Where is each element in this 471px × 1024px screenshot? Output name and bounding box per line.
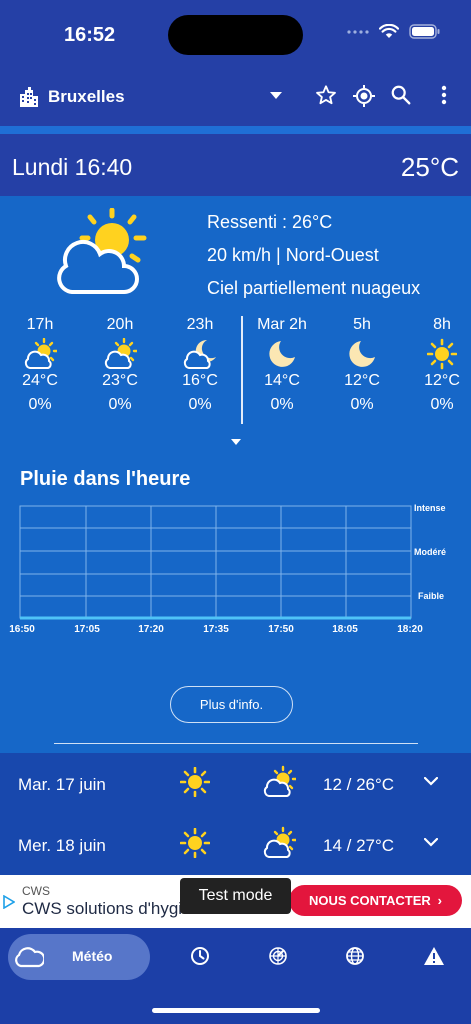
sun-icon xyxy=(427,338,457,370)
test-mode-badge: Test mode xyxy=(180,878,291,914)
hour-precip: 0% xyxy=(270,396,294,413)
nav-meteo[interactable]: Météo xyxy=(8,934,150,980)
hour-precip: 0% xyxy=(28,396,52,413)
time-tick: 17:50 xyxy=(268,624,294,635)
ad-brand: CWS xyxy=(22,884,50,898)
forecast-temp: 14 / 27°C xyxy=(323,836,395,855)
wind: 20 km/h | Nord-Ouest xyxy=(207,245,379,265)
level-moderate: Modéré xyxy=(414,547,446,557)
forecast-row[interactable]: Mer. 18 juin 14 / 27°C xyxy=(0,814,471,875)
signal-icon xyxy=(347,29,369,34)
forecast-day: Mer. 18 juin xyxy=(18,836,106,855)
status-icons xyxy=(347,24,441,39)
hour-item[interactable]: Mar 2h 14°C 0% xyxy=(247,316,317,414)
forecast-day: Mar. 17 juin xyxy=(18,775,106,794)
moon-icon xyxy=(269,341,295,367)
hour-label: 23h xyxy=(186,316,214,333)
hour-label: 8h xyxy=(433,316,451,333)
forecast-temp: 12 / 26°C xyxy=(323,775,395,794)
sun-cloud-icon xyxy=(24,338,57,369)
wifi-icon xyxy=(379,24,399,38)
hour-precip: 0% xyxy=(430,396,454,413)
sky-condition: Ciel partiellement nuageux xyxy=(207,278,421,298)
app-bar: Bruxelles xyxy=(0,70,471,126)
ad-cta-label: NOUS CONTACTER xyxy=(309,893,431,908)
city-name[interactable]: Bruxelles xyxy=(48,87,125,107)
level-intense: Intense xyxy=(414,503,446,513)
more-info-button[interactable]: Plus d'info. xyxy=(170,686,293,723)
chevron-right-icon: › xyxy=(437,893,442,908)
expand-hourly-icon[interactable] xyxy=(231,439,241,445)
hour-temp: 23°C xyxy=(102,372,138,389)
level-light: Faible xyxy=(418,591,444,601)
globe-icon[interactable] xyxy=(345,946,365,966)
sun-cloud-icon xyxy=(263,765,296,797)
location-icon[interactable] xyxy=(352,84,376,108)
more-icon[interactable] xyxy=(438,84,450,106)
hourly-forecast[interactable]: 17h 24°C 0% 20h 23°C 0% 23h 16°C 0% Mar … xyxy=(0,316,471,424)
sun-icon xyxy=(180,828,210,858)
hour-temp: 16°C xyxy=(182,372,218,389)
status-time: 16:52 xyxy=(64,24,116,46)
sun-cloud-icon xyxy=(263,826,296,858)
battery-icon xyxy=(409,24,440,39)
clock-icon[interactable] xyxy=(190,946,210,966)
search-icon[interactable] xyxy=(390,84,412,106)
nav-meteo-label: Météo xyxy=(72,948,113,964)
feels-like: Ressenti : 26°C xyxy=(207,212,333,232)
main-panel: Ressenti : 26°C 20 km/h | Nord-Ouest Cie… xyxy=(0,196,471,753)
warning-icon[interactable] xyxy=(423,946,445,966)
moon-icon xyxy=(349,341,375,367)
forecast-row[interactable]: Mar. 17 juin 12 / 26°C xyxy=(0,753,471,814)
current-day-row: Lundi 16:40 25°C xyxy=(0,134,471,196)
partly-cloudy-icon xyxy=(57,208,147,294)
hour-item[interactable]: 5h 12°C 0% xyxy=(327,316,397,414)
hour-item[interactable]: 17h 24°C 0% xyxy=(5,316,75,414)
accent-line xyxy=(0,126,471,134)
hour-precip: 0% xyxy=(350,396,374,413)
dropdown-icon[interactable] xyxy=(270,92,282,100)
hour-item[interactable]: 8h 12°C 0% xyxy=(407,316,471,414)
ad-title[interactable]: CWS solutions d'hygiène xyxy=(22,899,182,919)
time-tick: 17:35 xyxy=(203,624,229,635)
hour-label: Mar 2h xyxy=(257,316,307,333)
sun-cloud-icon xyxy=(104,338,137,369)
hour-temp: 14°C xyxy=(264,372,300,389)
rain-title: Pluie dans l'heure xyxy=(20,468,191,490)
hour-label: 20h xyxy=(106,316,134,333)
time-tick: 18:05 xyxy=(332,624,358,635)
hour-precip: 0% xyxy=(188,396,212,413)
city-icon xyxy=(20,87,38,107)
hour-temp: 12°C xyxy=(344,372,380,389)
day-divider xyxy=(241,316,243,424)
cloud-icon xyxy=(15,947,44,968)
radar-icon[interactable] xyxy=(268,946,288,966)
star-icon[interactable] xyxy=(315,84,337,106)
hour-temp: 12°C xyxy=(424,372,460,389)
hour-item[interactable]: 23h 16°C 0% xyxy=(165,316,235,414)
daily-forecast: Mar. 17 juin 12 / 26°C Mer. 18 juin 14 /… xyxy=(0,753,471,875)
ad-choices-icon[interactable] xyxy=(3,895,15,909)
moon-cloud-icon xyxy=(183,339,216,369)
current-day-time: Lundi 16:40 xyxy=(12,154,133,180)
sun-icon xyxy=(180,767,210,797)
hour-label: 5h xyxy=(353,316,371,333)
chevron-down-icon[interactable] xyxy=(424,777,438,786)
separator-line xyxy=(54,743,418,744)
time-tick: 18:20 xyxy=(397,624,423,635)
dynamic-island xyxy=(168,15,303,55)
rain-chart: Intense Modéré Faible 16:50 17:05 17:20 … xyxy=(9,503,446,635)
chevron-down-icon[interactable] xyxy=(424,838,438,847)
time-tick: 16:50 xyxy=(9,624,35,635)
hour-precip: 0% xyxy=(108,396,132,413)
time-tick: 17:20 xyxy=(138,624,164,635)
home-indicator[interactable] xyxy=(152,1008,320,1013)
hour-label: 17h xyxy=(26,316,54,333)
status-bar: 16:52 xyxy=(0,0,471,70)
hour-item[interactable]: 20h 23°C 0% xyxy=(85,316,155,414)
current-temperature: 25°C xyxy=(400,152,459,182)
time-tick: 17:05 xyxy=(74,624,100,635)
hour-temp: 24°C xyxy=(22,372,58,389)
ad-contact-button[interactable]: NOUS CONTACTER › xyxy=(289,885,462,916)
